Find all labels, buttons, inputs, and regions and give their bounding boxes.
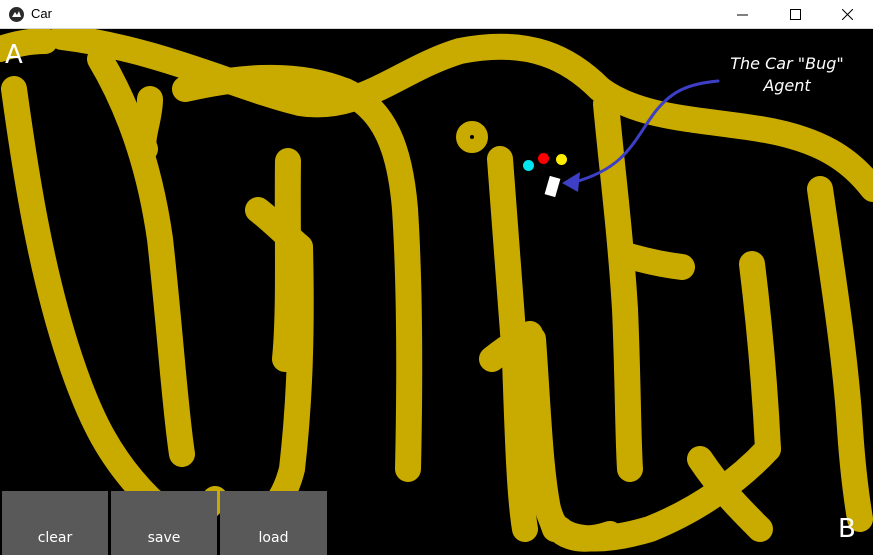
track-stroke [739,251,781,462]
goal-label: B [838,514,856,544]
kivy-logo-icon [9,7,24,22]
sand-track [0,29,873,552]
load-button-label: load [258,530,289,546]
save-button[interactable]: save [111,491,217,555]
sensor-right [556,154,567,165]
sensor-left [523,160,534,171]
minimize-button[interactable] [720,0,766,29]
minimize-icon [737,14,748,16]
start-label: A [5,40,23,70]
track-stroke [130,86,163,162]
track-stroke [222,234,314,542]
close-button[interactable] [825,0,871,29]
maximize-button[interactable] [773,0,819,29]
annotation-line: The Car "Bug" [730,54,844,73]
arrow-head [562,172,580,192]
track-stroke [609,241,695,280]
save-button-label: save [147,530,181,546]
track-stroke [807,176,873,532]
close-icon [842,9,853,20]
app-window: Car A B The Car "Bug" Agent clear save l… [0,0,873,555]
load-button[interactable]: load [220,491,327,555]
maximize-icon [790,9,801,20]
sensor-center [538,153,549,164]
clear-button-label: clear [37,530,73,546]
title-bar[interactable]: Car [0,0,873,29]
track-stroke [172,64,358,104]
annotation-text: The Car "Bug" Agent [712,53,862,97]
track-stroke [332,78,423,482]
annotation-line: Agent [763,76,811,95]
track-blob [456,121,488,153]
clear-button[interactable]: clear [2,491,108,555]
window-title: Car [31,6,52,21]
drawing-canvas[interactable]: A B The Car "Bug" Agent [0,29,873,555]
